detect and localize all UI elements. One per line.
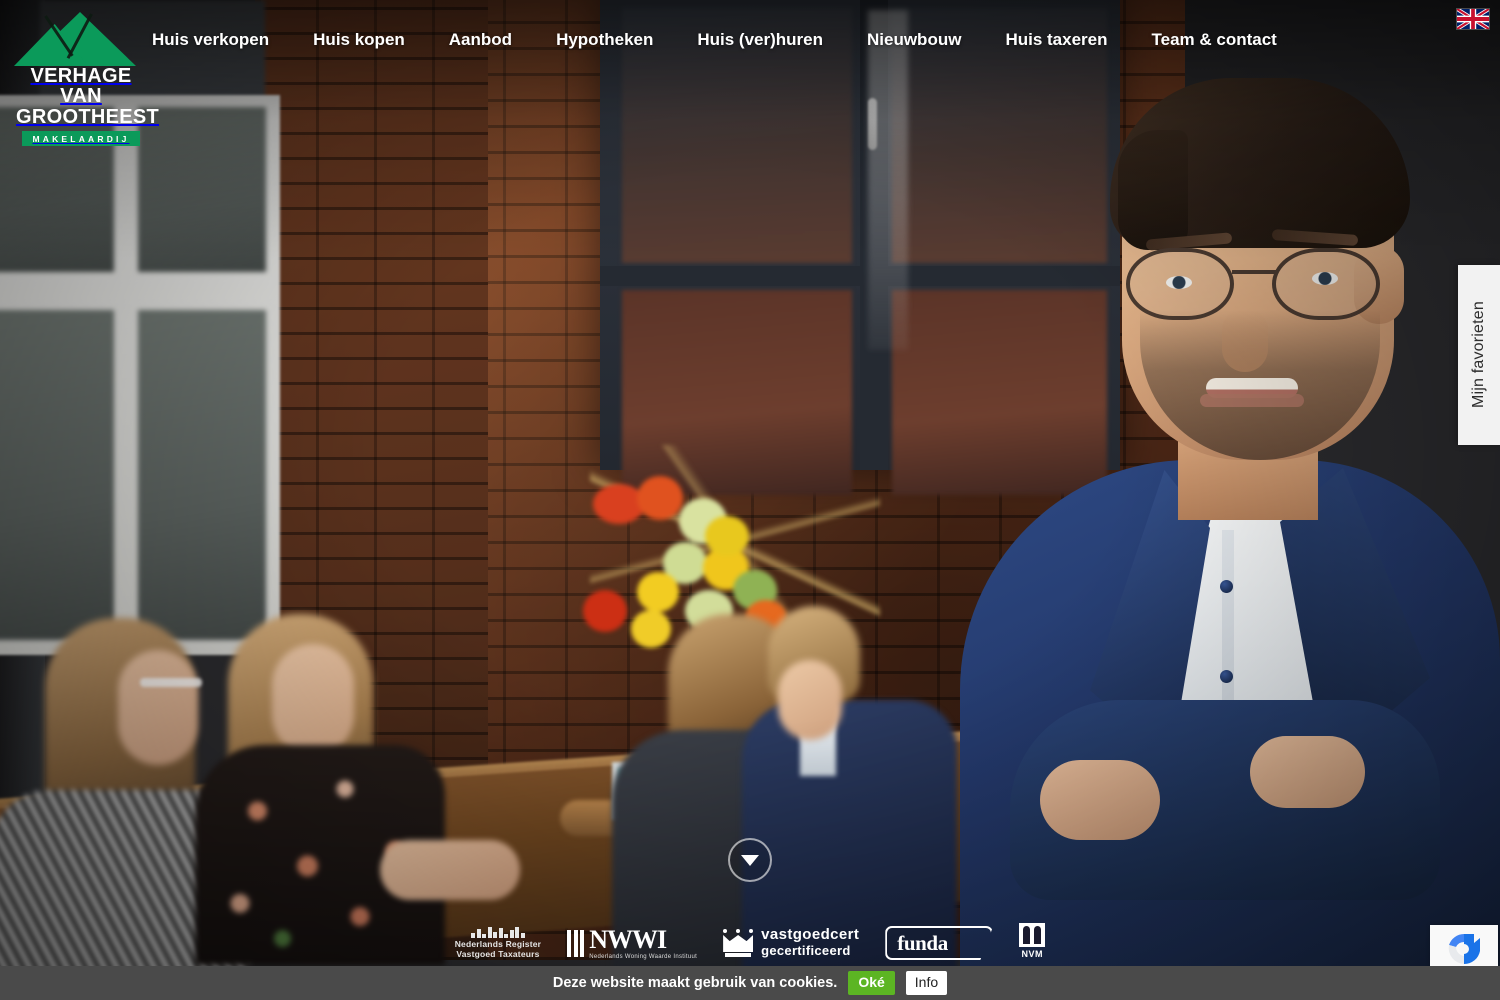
nav-item-team-contact[interactable]: Team & contact — [1130, 30, 1299, 50]
nwwi-title: NWWI — [589, 924, 667, 954]
nav-item-huis-verkopen[interactable]: Huis verkopen — [130, 30, 291, 50]
cookie-accept-button[interactable]: Oké — [848, 971, 895, 995]
nrvt-skyline-icon — [471, 926, 525, 938]
main-navigation: Huis verkopen Huis kopen Aanbod Hypothek… — [130, 30, 1299, 50]
foreground-portrait-agent — [950, 60, 1500, 1000]
page-root: VERHAGE VAN GROOTHEEST MAKELAARDIJ Huis … — [0, 0, 1500, 1000]
nrvt-line-2: Vastgoed Taxateurs — [456, 948, 540, 959]
nav-item-huis-verhuren[interactable]: Huis (ver)huren — [675, 30, 845, 50]
logo-line-1: VERHAGE — [30, 65, 132, 87]
nav-item-nieuwbouw[interactable]: Nieuwbouw — [845, 30, 983, 50]
funda-title: funda — [897, 931, 948, 955]
logo-roof-icon — [14, 10, 144, 66]
agent-hand-right — [1250, 736, 1365, 808]
person-woman-left-face — [118, 650, 198, 765]
person-woman-left-glasses — [140, 678, 202, 687]
agent-nose — [1222, 310, 1268, 372]
nvm-logo[interactable]: NVM — [1019, 923, 1046, 963]
vastgoedcert-line-2: gecertificeerd — [761, 943, 851, 959]
crown-icon — [723, 929, 754, 957]
person-woman-right-face — [272, 644, 354, 756]
logo-tagline: MAKELAARDIJ — [22, 131, 140, 147]
favorites-tab-label: Mijn favorieten — [1470, 301, 1487, 409]
favorites-tab[interactable]: Mijn favorieten — [1458, 265, 1500, 445]
white-window-frame — [0, 95, 280, 655]
person-woman-right-arm — [380, 840, 520, 900]
nwwi-logo[interactable]: NWWI Nederlands Woning Waarde Instituut — [567, 923, 697, 963]
scroll-down-arrow-icon[interactable] — [728, 838, 772, 882]
logo-line-2: VAN GROOTHEEST — [16, 85, 160, 128]
site-header: VERHAGE VAN GROOTHEEST MAKELAARDIJ Huis … — [0, 0, 1500, 147]
uk-flag-icon[interactable] — [1456, 7, 1490, 31]
nav-item-huis-taxeren[interactable]: Huis taxeren — [983, 30, 1129, 50]
nav-item-aanbod[interactable]: Aanbod — [427, 30, 534, 50]
agent-hair — [1110, 78, 1410, 250]
nav-item-hypotheken[interactable]: Hypotheken — [534, 30, 675, 50]
cookie-consent-bar: Deze website maakt gebruik van cookies. … — [0, 966, 1500, 1000]
site-logo[interactable]: VERHAGE VAN GROOTHEEST MAKELAARDIJ — [14, 10, 159, 147]
funda-logo[interactable]: funda — [885, 923, 994, 963]
cookie-info-button[interactable]: Info — [905, 971, 948, 995]
cookie-message: Deze website maakt gebruik van cookies. — [552, 975, 838, 991]
person-man-suit-face — [778, 660, 842, 740]
certification-logo-strip: Nederlands Register Vastgoed Taxateurs N… — [0, 920, 1500, 966]
nwwi-bars-icon — [567, 929, 585, 957]
nvm-mark-icon — [1019, 923, 1046, 947]
agent-hand-left — [1040, 760, 1160, 840]
nrvt-logo[interactable]: Nederlands Register Vastgoed Taxateurs — [455, 923, 541, 963]
nwwi-subtitle: Nederlands Woning Waarde Instituut — [589, 953, 698, 960]
vastgoedcert-line-1: vastgoedcert — [761, 926, 860, 944]
agent-lower-lip — [1200, 394, 1304, 407]
nav-item-huis-kopen[interactable]: Huis kopen — [291, 30, 427, 50]
logo-wordmark: VERHAGE VAN GROOTHEEST — [16, 65, 160, 128]
vastgoedcert-logo[interactable]: vastgoedcert gecertificeerd — [723, 923, 859, 963]
nvm-title: NVM — [1021, 949, 1044, 959]
